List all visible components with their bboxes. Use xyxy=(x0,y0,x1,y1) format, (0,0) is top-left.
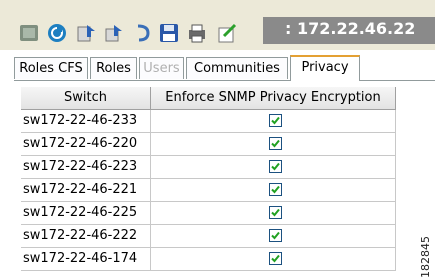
switch-cell: sw172-22-46-233 xyxy=(21,110,151,133)
tab-communities[interactable]: Communities xyxy=(186,57,288,79)
refresh-icon[interactable] xyxy=(46,22,68,44)
enforce-cell xyxy=(151,133,396,156)
table-row[interactable]: sw172-22-46-220 xyxy=(21,133,396,156)
print-icon[interactable] xyxy=(186,22,208,44)
enforce-cell xyxy=(151,202,396,225)
apply-icon[interactable] xyxy=(75,22,97,44)
export-icon[interactable] xyxy=(216,22,238,44)
enforce-checkbox[interactable] xyxy=(269,160,282,173)
table-row[interactable]: sw172-22-46-174 xyxy=(21,248,396,271)
enforce-checkbox[interactable] xyxy=(269,183,282,196)
device-title: : 172.22.46.22 xyxy=(285,19,416,38)
enforce-cell xyxy=(151,156,396,179)
enforce-checkbox[interactable] xyxy=(269,114,282,127)
table-row[interactable]: sw172-22-46-222 xyxy=(21,225,396,248)
tab-roles-cfs[interactable]: Roles CFS xyxy=(14,57,88,79)
app-icon[interactable] xyxy=(18,22,40,44)
enforce-checkbox[interactable] xyxy=(269,229,282,242)
enforce-cell xyxy=(151,110,396,133)
upload-icon[interactable] xyxy=(103,22,125,44)
toolbar: : 172.22.46.22 xyxy=(0,0,435,50)
switch-cell: sw172-22-46-221 xyxy=(21,179,151,202)
enforce-checkbox[interactable] xyxy=(269,252,282,265)
tab-users[interactable]: Users xyxy=(139,57,184,79)
table-row[interactable]: sw172-22-46-225 xyxy=(21,202,396,225)
column-header-switch[interactable]: Switch xyxy=(21,87,151,110)
enforce-checkbox[interactable] xyxy=(269,206,282,219)
enforce-checkbox[interactable] xyxy=(269,137,282,150)
figure-id: 182845 xyxy=(419,236,432,278)
save-icon[interactable] xyxy=(158,22,180,44)
tab-divider xyxy=(14,80,435,81)
tab-privacy[interactable]: Privacy xyxy=(290,55,360,81)
tab-bar: Roles CFS Roles Users Communities Privac… xyxy=(14,55,435,81)
switch-cell: sw172-22-46-222 xyxy=(21,225,151,248)
table-row[interactable]: sw172-22-46-233 xyxy=(21,110,396,133)
enforce-cell xyxy=(151,248,396,271)
tab-roles[interactable]: Roles xyxy=(90,57,137,79)
switch-cell: sw172-22-46-174 xyxy=(21,248,151,271)
table-row[interactable]: sw172-22-46-221 xyxy=(21,179,396,202)
switch-cell: sw172-22-46-220 xyxy=(21,133,151,156)
enforce-cell xyxy=(151,225,396,248)
undo-icon[interactable] xyxy=(132,22,154,44)
switch-cell: sw172-22-46-223 xyxy=(21,156,151,179)
switch-cell: sw172-22-46-225 xyxy=(21,202,151,225)
table-row[interactable]: sw172-22-46-223 xyxy=(21,156,396,179)
enforce-cell xyxy=(151,179,396,202)
column-header-enforce[interactable]: Enforce SNMP Privacy Encryption xyxy=(151,87,396,110)
